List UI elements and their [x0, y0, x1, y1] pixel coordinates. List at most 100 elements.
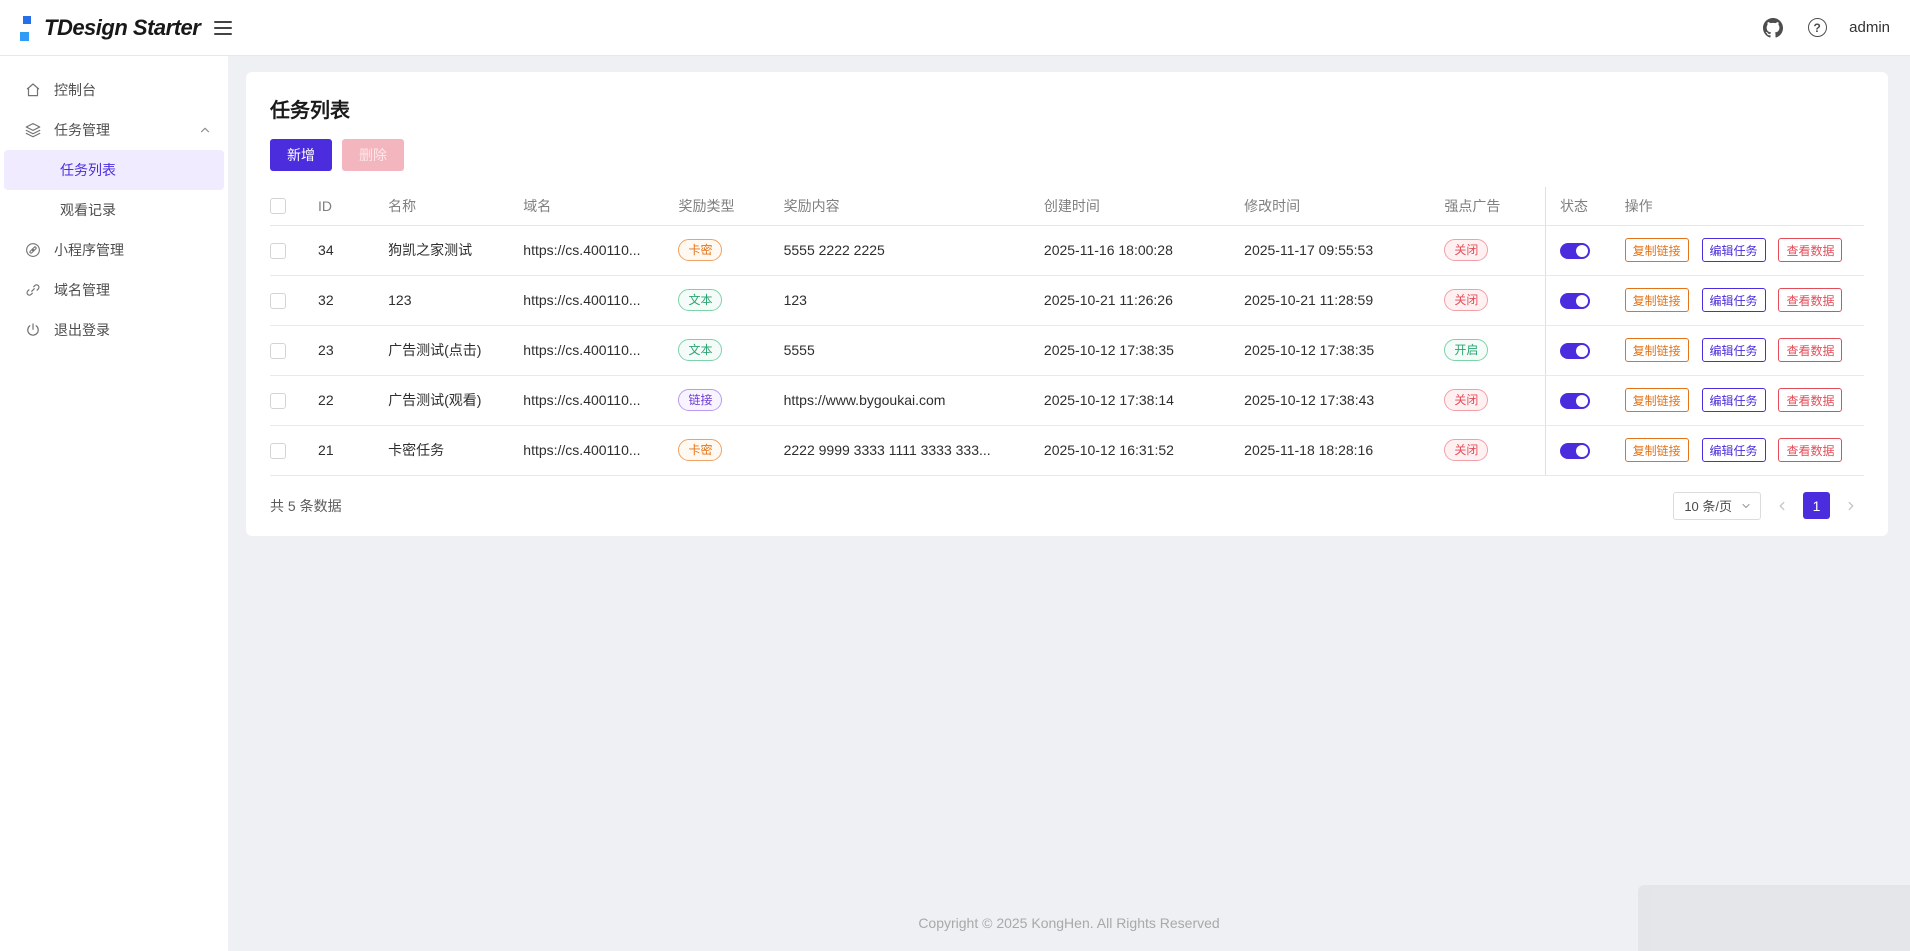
cell-id: 21 — [318, 425, 388, 475]
copy-link-button[interactable]: 复制链接 — [1625, 438, 1689, 462]
cell-reward-content: 5555 2222 2225 — [784, 225, 1044, 275]
force-ad-tag: 开启 — [1444, 339, 1488, 361]
sidebar-item-label: 退出登录 — [54, 320, 212, 340]
task-table: ID 名称 域名 奖励类型 奖励内容 创建时间 修改时间 强点广告 状态 操作 — [270, 187, 1864, 476]
github-icon[interactable] — [1761, 16, 1785, 40]
prev-page-button[interactable] — [1769, 493, 1795, 519]
sidebar-item-watch-records[interactable]: 观看记录 — [4, 190, 224, 230]
chevron-down-icon — [1740, 500, 1752, 512]
status-toggle[interactable] — [1560, 393, 1590, 409]
force-ad-tag: 关闭 — [1444, 389, 1488, 411]
cell-name: 卡密任务 — [388, 425, 523, 475]
column-header-created: 创建时间 — [1044, 187, 1244, 225]
chevron-up-icon — [198, 123, 212, 137]
chevron-left-icon — [1775, 499, 1789, 513]
cell-id: 34 — [318, 225, 388, 275]
table-row: 21 卡密任务 https://cs.400110... 卡密 2222 999… — [270, 425, 1864, 475]
view-data-button[interactable]: 查看数据 — [1778, 438, 1842, 462]
user-menu[interactable]: admin — [1849, 19, 1890, 36]
row-checkbox[interactable] — [270, 243, 286, 259]
view-data-button[interactable]: 查看数据 — [1778, 288, 1842, 312]
view-data-button[interactable]: 查看数据 — [1778, 238, 1842, 262]
screen-corner-artifact — [1638, 885, 1910, 951]
app-logo[interactable]: TDesign Starter — [20, 15, 200, 41]
cell-created-time: 2025-10-12 17:38:35 — [1044, 325, 1244, 375]
row-checkbox[interactable] — [270, 443, 286, 459]
row-checkbox[interactable] — [270, 393, 286, 409]
table-row: 34 狗凯之家测试 https://cs.400110... 卡密 5555 2… — [270, 225, 1864, 275]
page-size-select[interactable]: 10 条/页 — [1673, 492, 1761, 520]
link-icon — [24, 281, 42, 299]
cell-modified-time: 2025-11-18 18:28:16 — [1244, 425, 1444, 475]
cell-created-time: 2025-10-12 16:31:52 — [1044, 425, 1244, 475]
copy-link-button[interactable]: 复制链接 — [1625, 388, 1689, 412]
table-row: 22 广告测试(观看) https://cs.400110... 链接 http… — [270, 375, 1864, 425]
column-header-id: ID — [318, 187, 388, 225]
collapse-menu-icon[interactable] — [214, 21, 232, 35]
cell-created-time: 2025-10-12 17:38:14 — [1044, 375, 1244, 425]
cell-created-time: 2025-10-21 11:26:26 — [1044, 275, 1244, 325]
edit-task-button[interactable]: 编辑任务 — [1702, 338, 1766, 362]
sidebar-item-label: 任务管理 — [54, 120, 186, 140]
row-checkbox[interactable] — [270, 343, 286, 359]
page-number-button[interactable]: 1 — [1803, 492, 1830, 519]
cell-reward-content: https://www.bygoukai.com — [784, 375, 1044, 425]
cell-id: 22 — [318, 375, 388, 425]
cell-modified-time: 2025-10-21 11:28:59 — [1244, 275, 1444, 325]
sidebar: 控制台 任务管理 任务列表 观看记录 小程序管理 域名管理 退出登录 — [0, 56, 228, 951]
select-all-checkbox[interactable] — [270, 198, 286, 214]
sidebar-item-task-management[interactable]: 任务管理 — [0, 110, 228, 150]
status-toggle[interactable] — [1560, 343, 1590, 359]
sidebar-item-domain[interactable]: 域名管理 — [0, 270, 228, 310]
cell-id: 23 — [318, 325, 388, 375]
reward-type-tag: 卡密 — [678, 439, 722, 461]
column-header-force-ad: 强点广告 — [1444, 187, 1545, 225]
sidebar-item-console[interactable]: 控制台 — [0, 70, 228, 110]
logo-mark-icon — [20, 15, 32, 41]
table-row: 32 123 https://cs.400110... 文本 123 2025-… — [270, 275, 1864, 325]
cell-modified-time: 2025-10-12 17:38:35 — [1244, 325, 1444, 375]
copy-link-button[interactable]: 复制链接 — [1625, 338, 1689, 362]
miniprogram-icon — [24, 241, 42, 259]
help-icon[interactable]: ? — [1805, 16, 1829, 40]
status-toggle[interactable] — [1560, 243, 1590, 259]
page-title: 任务列表 — [270, 94, 1864, 123]
status-toggle[interactable] — [1560, 443, 1590, 459]
edit-task-button[interactable]: 编辑任务 — [1702, 388, 1766, 412]
edit-task-button[interactable]: 编辑任务 — [1702, 438, 1766, 462]
app-screen: TDesign Starter ? admin 控制台 任务管理 任务列表 观看… — [0, 0, 1910, 951]
cell-name: 狗凯之家测试 — [388, 225, 523, 275]
cell-name: 123 — [388, 275, 523, 325]
reward-type-tag: 文本 — [678, 339, 722, 361]
table-header-row: ID 名称 域名 奖励类型 奖励内容 创建时间 修改时间 强点广告 状态 操作 — [270, 187, 1864, 225]
copy-link-button[interactable]: 复制链接 — [1625, 238, 1689, 262]
status-toggle[interactable] — [1560, 293, 1590, 309]
cell-domain: https://cs.400110... — [523, 325, 678, 375]
column-header-status: 状态 — [1546, 187, 1625, 225]
delete-button[interactable]: 删除 — [342, 139, 404, 171]
edit-task-button[interactable]: 编辑任务 — [1702, 288, 1766, 312]
chevron-right-icon — [1844, 499, 1858, 513]
logo-text: TDesign Starter — [44, 15, 200, 41]
add-button[interactable]: 新增 — [270, 139, 332, 171]
cell-domain: https://cs.400110... — [523, 375, 678, 425]
sidebar-item-task-list[interactable]: 任务列表 — [4, 150, 224, 190]
next-page-button[interactable] — [1838, 493, 1864, 519]
cell-reward-content: 5555 — [784, 325, 1044, 375]
reward-type-tag: 卡密 — [678, 239, 722, 261]
sidebar-item-label: 控制台 — [54, 80, 212, 100]
copy-link-button[interactable]: 复制链接 — [1625, 288, 1689, 312]
sidebar-item-logout[interactable]: 退出登录 — [0, 310, 228, 350]
page-size-value: 10 条/页 — [1684, 496, 1732, 515]
force-ad-tag: 关闭 — [1444, 239, 1488, 261]
sidebar-item-label: 小程序管理 — [54, 240, 212, 260]
total-count: 共 5 条数据 — [270, 496, 342, 516]
row-checkbox[interactable] — [270, 293, 286, 309]
view-data-button[interactable]: 查看数据 — [1778, 338, 1842, 362]
view-data-button[interactable]: 查看数据 — [1778, 388, 1842, 412]
cell-modified-time: 2025-10-12 17:38:43 — [1244, 375, 1444, 425]
edit-task-button[interactable]: 编辑任务 — [1702, 238, 1766, 262]
cell-reward-content: 2222 9999 3333 1111 3333 333... — [784, 425, 1044, 475]
column-header-domain: 域名 — [523, 187, 678, 225]
sidebar-item-miniprogram[interactable]: 小程序管理 — [0, 230, 228, 270]
